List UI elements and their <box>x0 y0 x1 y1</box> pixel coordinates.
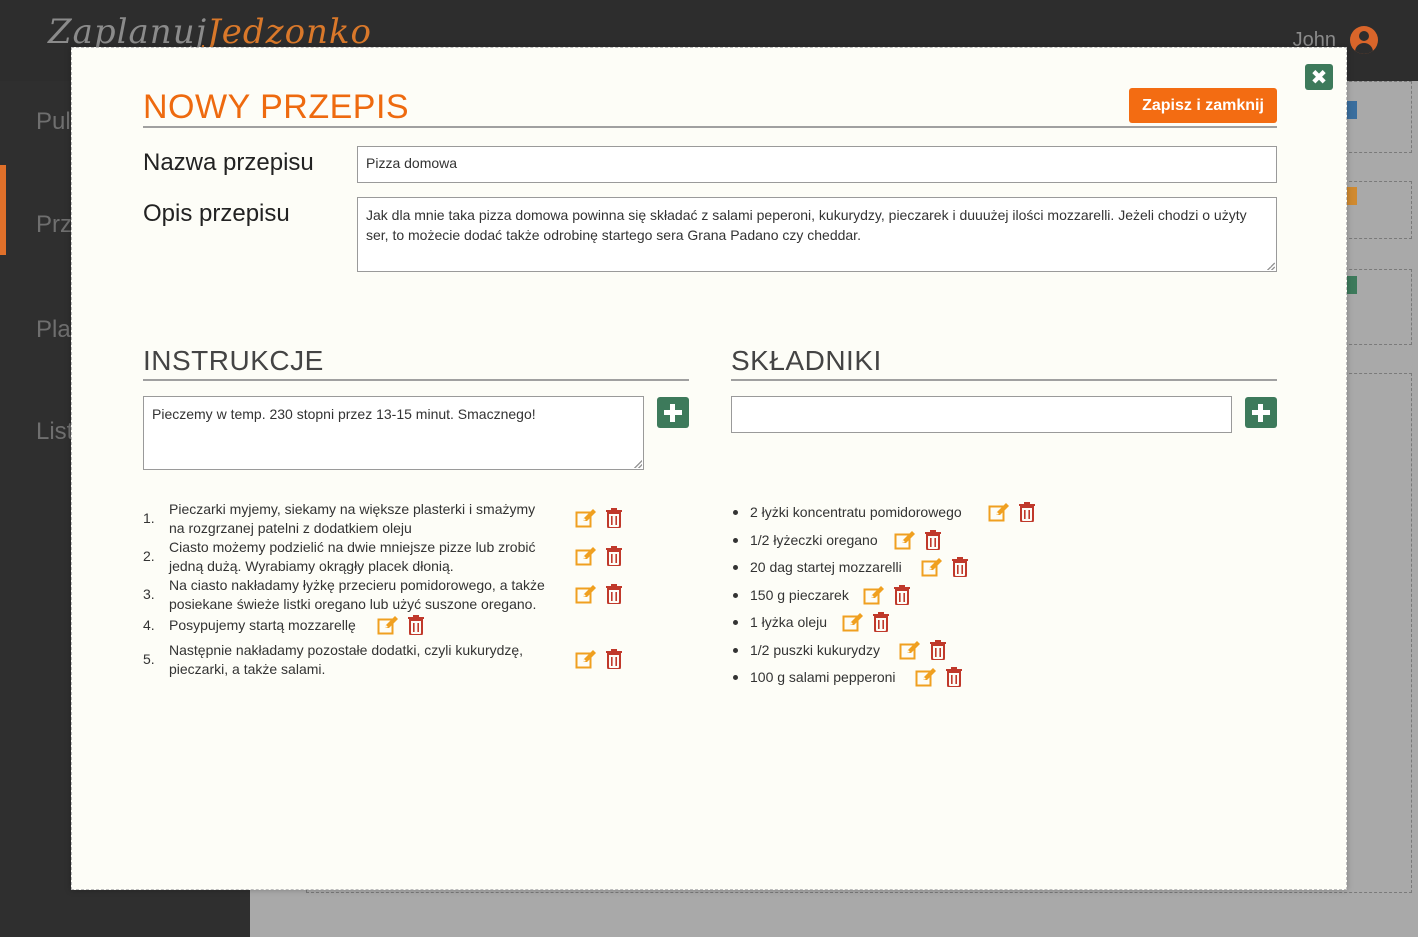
instruction-step: 5. Następnie nakładamy pozostałe dodatki,… <box>143 641 643 679</box>
edit-icon[interactable] <box>842 612 864 632</box>
trash-icon[interactable] <box>894 584 910 606</box>
add-instruction-button[interactable] <box>657 397 689 428</box>
instruction-step: 3. Na ciasto nakładamy łyżkę przecieru po… <box>143 576 643 614</box>
add-ingredient-button[interactable] <box>1245 397 1277 428</box>
save-and-close-button[interactable]: Zapisz i zamknij <box>1129 88 1277 123</box>
ingredients-title: SKŁADNIKI <box>731 345 882 376</box>
instruction-step: 2. Ciasto możemy podzielić na dwie mniejs… <box>143 538 643 576</box>
edit-icon[interactable] <box>575 546 597 566</box>
trash-icon[interactable] <box>873 612 889 633</box>
ingredient-item: 150 g pieczarek <box>731 584 1131 606</box>
step-text-line: Pieczarki myjemy, siekamy na większe pla… <box>169 501 536 517</box>
step-text-line: Posypujemy startą mozzarellę <box>169 617 356 633</box>
instruction-textarea[interactable]: Pieczemy w temp. 230 stopni przez 13-15 … <box>143 396 644 470</box>
app-logo[interactable]: ZaplanujJedzonko <box>48 12 372 52</box>
edit-icon[interactable] <box>575 508 597 528</box>
trash-icon[interactable] <box>408 615 424 636</box>
ingredient-item: 20 dag startej mozzarelli <box>731 557 1131 578</box>
trash-icon[interactable] <box>952 557 968 578</box>
trash-icon[interactable] <box>925 529 941 551</box>
resize-handle[interactable] <box>634 460 642 468</box>
step-text-line: jedną dużą. Wyrabiamy okrągły placek dło… <box>169 558 454 574</box>
close-icon: ✖ <box>1310 65 1328 89</box>
title-divider <box>143 126 1277 128</box>
user-avatar-icon <box>1350 26 1378 54</box>
ingredient-label: 1 łyżka oleju <box>750 614 828 630</box>
edit-icon[interactable] <box>575 649 597 669</box>
ingredient-label: 1/2 łyżeczki oregano <box>750 531 878 548</box>
trash-icon[interactable] <box>946 667 962 688</box>
resize-handle[interactable] <box>1267 262 1275 270</box>
bullet <box>733 620 738 625</box>
ingredient-item: 2 łyżki koncentratu pomidorowego <box>731 502 1131 523</box>
ingredient-item: 100 g salami pepperoni <box>731 667 1131 688</box>
recipe-name-value: Pizza domowa <box>366 155 458 171</box>
ingredient-label: 100 g salami pepperoni <box>750 669 896 685</box>
recipe-name-input[interactable]: Pizza domowa <box>357 146 1277 183</box>
recipe-description-label: Opis przepisu <box>143 200 290 227</box>
new-recipe-modal: ✖ NOWY PRZEPIS Zapisz i zamknij Nazwa pr… <box>71 47 1347 890</box>
ingredient-label: 20 dag startej mozzarelli <box>750 559 902 575</box>
step-text-line: Ciasto możemy podzielić na dwie mniejsze… <box>169 539 536 555</box>
edit-icon[interactable] <box>863 585 885 605</box>
instructions-divider <box>143 379 689 381</box>
ingredient-item: 1/2 łyżeczki oregano <box>731 529 1131 551</box>
step-number: 4. <box>143 617 155 633</box>
bullet <box>733 565 738 570</box>
edit-icon[interactable] <box>915 667 937 687</box>
ingredient-label: 2 łyżki koncentratu pomidorowego <box>750 504 962 520</box>
step-number: 1. <box>143 510 155 526</box>
bullet <box>733 537 738 543</box>
trash-icon[interactable] <box>606 649 622 670</box>
logo-part1: Zaplanuj <box>48 12 208 52</box>
ingredient-input[interactable] <box>731 396 1232 433</box>
bullet <box>733 510 738 515</box>
instruction-input-value: Pieczemy w temp. 230 stopni przez 13-15 … <box>152 406 536 422</box>
edit-icon[interactable] <box>921 557 943 577</box>
trash-icon[interactable] <box>606 584 622 605</box>
step-text-line: Następnie nakładamy pozostałe dodatki, c… <box>169 642 524 658</box>
trash-icon[interactable] <box>606 546 622 567</box>
ingredients-divider <box>731 379 1277 381</box>
step-text-line: pieczarki, a także salami. <box>169 661 326 677</box>
recipe-name-label: Nazwa przepisu <box>143 149 314 176</box>
bullet <box>733 647 738 653</box>
step-text-line: posiekane świeże listki oregano lub użyć… <box>169 596 537 612</box>
step-number: 3. <box>143 586 155 602</box>
recipe-description-textarea[interactable]: Jak dla mnie taka pizza domowa powinna s… <box>357 197 1277 272</box>
step-text-line: na rozgrzanej patelni z dodatkiem oleju <box>169 520 412 536</box>
bullet <box>733 675 738 680</box>
logo-part2: Jedzonko <box>207 12 373 52</box>
ingredient-item: 1 łyżka oleju <box>731 612 1131 633</box>
instruction-step: 4. Posypujemy startą mozzarellę <box>143 615 643 636</box>
step-number: 2. <box>143 548 155 564</box>
instruction-step: 1. Pieczarki myjemy, siekamy na większe p… <box>143 500 643 538</box>
recipe-description-value: Jak dla mnie taka pizza domowa powinna s… <box>366 207 1247 243</box>
edit-icon[interactable] <box>988 502 1010 522</box>
ingredient-item: 1/2 puszki kukurydzy <box>731 639 1131 661</box>
step-text-line: Na ciasto nakładamy łyżkę przecieru pomi… <box>169 577 545 593</box>
background-tag <box>1347 187 1357 205</box>
edit-icon[interactable] <box>894 530 916 550</box>
edit-icon[interactable] <box>575 584 597 604</box>
edit-icon[interactable] <box>899 640 921 660</box>
close-button[interactable]: ✖ <box>1305 64 1333 90</box>
modal-title: NOWY PRZEPIS <box>143 88 410 126</box>
background-tag <box>1347 276 1357 294</box>
ingredient-label: 1/2 puszki kukurydzy <box>750 641 880 658</box>
trash-icon[interactable] <box>606 508 622 529</box>
trash-icon[interactable] <box>930 639 946 661</box>
sidebar-active-indicator <box>0 165 6 255</box>
ingredient-label: 150 g pieczarek <box>750 586 849 603</box>
edit-icon[interactable] <box>377 615 399 635</box>
background-tag <box>1347 101 1357 119</box>
bullet <box>733 592 738 598</box>
step-number: 5. <box>143 651 155 667</box>
instructions-title: INSTRUKCJE <box>143 345 324 376</box>
trash-icon[interactable] <box>1019 502 1035 523</box>
